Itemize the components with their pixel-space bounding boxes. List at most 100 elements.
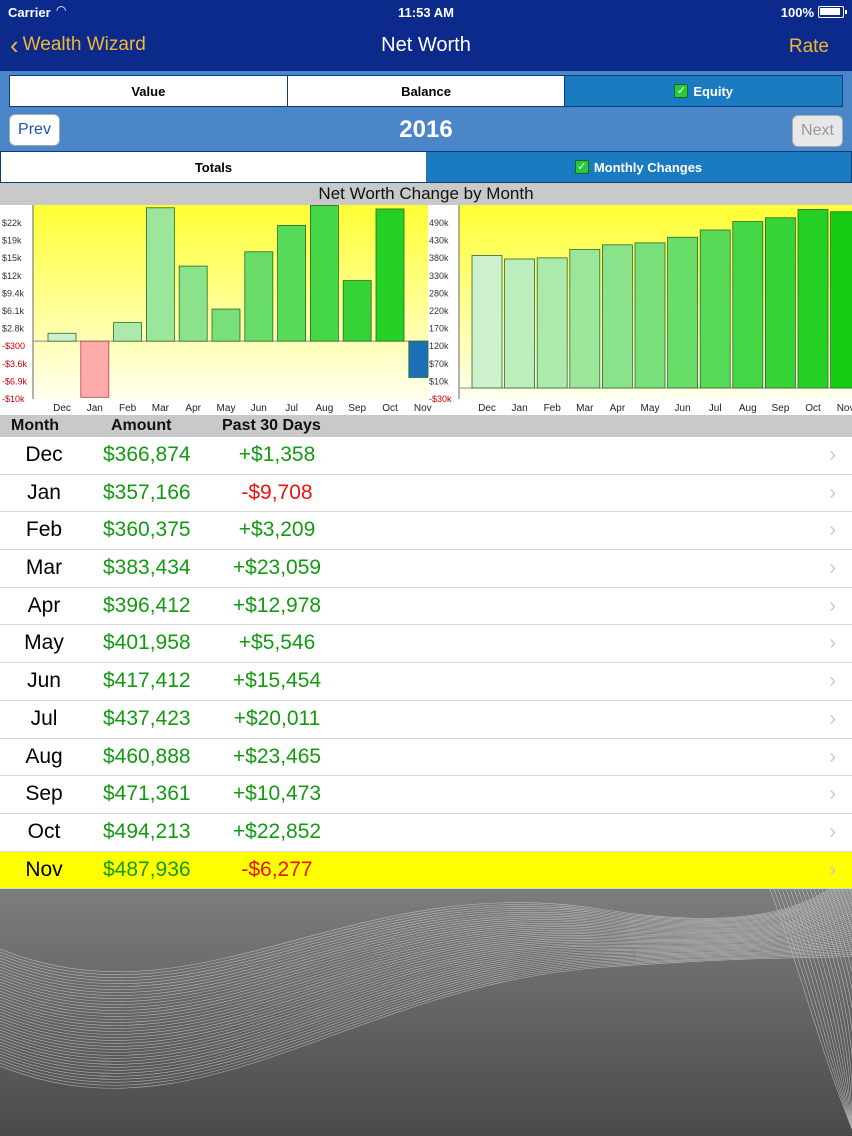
rate-button[interactable]: Rate: [789, 36, 829, 58]
row-month: Aug: [25, 744, 63, 768]
x-tick-label: Aug: [739, 403, 757, 414]
x-tick-label: Mar: [576, 403, 594, 414]
row-month: Jan: [27, 480, 61, 504]
bar: [113, 322, 142, 342]
table-row[interactable]: Jul $437,423 +$20,011 ›: [0, 700, 852, 739]
row-change: +$3,209: [238, 518, 316, 542]
chevron-right-icon: ›: [829, 707, 836, 730]
mode-segmented-control: Totals ✓ Monthly Changes: [0, 151, 852, 183]
bar: [277, 224, 307, 342]
row-month: Oct: [27, 819, 61, 843]
month-list: Dec $366,874 +$1,358 › Jan $357,166 -$9,708 › Fe…: [0, 437, 852, 890]
row-amount: $401,958: [103, 631, 191, 655]
x-tick-label: Oct: [382, 403, 398, 414]
table-row[interactable]: Apr $396,412 +$12,978 ›: [0, 587, 852, 626]
table-header: Month Amount Past 30 Days: [0, 415, 852, 437]
row-change: +$1,358: [238, 443, 316, 466]
bar: [732, 221, 764, 389]
chevron-right-icon: ›: [829, 670, 836, 693]
monthly-total-chart: Dec Jan Feb Mar Apr May Jun Jul Aug Sep Oct Nov: [458, 205, 852, 414]
x-tick-label: Dec: [478, 403, 496, 414]
x-tick-label: Jan: [87, 403, 103, 414]
y-tick-label: $12k: [2, 271, 22, 281]
tab-balance[interactable]: Balance: [288, 76, 566, 106]
y2-tick-label: 380k: [429, 253, 449, 263]
x-tick-label: Apr: [610, 403, 626, 414]
tab-value[interactable]: Value: [10, 76, 288, 106]
table-row[interactable]: Feb $360,375 +$3,209 ›: [0, 512, 852, 551]
bar: [342, 280, 372, 342]
row-change: +$20,011: [233, 706, 321, 730]
view-segmented-control: Value Balance ✓ Equity: [9, 75, 843, 107]
row-change: +$10,473: [232, 782, 322, 806]
y2-tick-label: 170k: [429, 324, 449, 334]
year-navigator: Prev 2016 Next: [0, 111, 852, 151]
view-selector-bar: Value Balance ✓ Equity: [0, 71, 852, 111]
x-tick-label: Apr: [185, 403, 201, 414]
row-amount: $460,888: [103, 744, 191, 768]
tab-equity[interactable]: ✓ Equity: [565, 76, 843, 106]
y-tick-label: $9.4k: [2, 288, 25, 298]
x-tick-label: Sep: [772, 403, 790, 414]
page-title: Net Worth: [381, 34, 471, 56]
bar: [634, 242, 666, 389]
tab-totals-label: Totals: [194, 159, 233, 175]
x-tick-label: Aug: [316, 403, 334, 414]
year-label: 2016: [399, 116, 453, 143]
y-tick-label: $15k: [2, 253, 22, 263]
bar: [211, 308, 241, 342]
swirl-decoration: [0, 889, 852, 1130]
tab-totals[interactable]: Totals: [1, 152, 426, 182]
bar: [797, 209, 829, 389]
y-tick-label: $22k: [2, 218, 22, 228]
row-month: Nov: [25, 857, 63, 881]
status-bar: Carrier ◠ 11:53 AM 100%: [0, 0, 852, 24]
row-month: Dec: [25, 443, 63, 466]
y2-tick-label: 490k: [429, 218, 449, 228]
x-tick-label: Nov: [837, 403, 852, 414]
tab-monthly-changes[interactable]: ✓ Monthly Changes: [426, 152, 851, 182]
battery-icon: [818, 6, 847, 18]
bar: [375, 208, 405, 342]
row-month: Jul: [30, 706, 58, 730]
table-row[interactable]: Mar $383,434 +$23,059 ›: [0, 550, 852, 588]
bar: [244, 251, 274, 342]
row-month: May: [24, 631, 64, 655]
table-row[interactable]: Nov $487,936 -$6,277 ›: [0, 851, 852, 890]
x-tick-label: Jun: [675, 403, 691, 414]
net-worth-charts: $22k $19k $15k $12k $9.4k $6.1k $2.8k -$300 -$3.…: [2, 205, 852, 414]
background-swirl: [0, 889, 852, 1136]
x-tick-label: Feb: [544, 403, 562, 414]
row-amount: $494,213: [103, 819, 191, 843]
row-change: +$22,852: [232, 819, 322, 843]
table-row[interactable]: Jan $357,166 -$9,708 ›: [0, 474, 852, 513]
chevron-right-icon: ›: [829, 444, 836, 466]
table-row[interactable]: Sep $471,361 +$10,473 ›: [0, 776, 852, 814]
x-tick-label: Jul: [285, 403, 298, 414]
x-tick-label: Jul: [709, 403, 722, 414]
x-tick-label: Dec: [53, 403, 71, 414]
bar: [408, 340, 429, 378]
x-tick-label: Jun: [251, 403, 267, 414]
table-row[interactable]: Jun $417,412 +$15,454 ›: [0, 663, 852, 701]
row-month: Sep: [25, 782, 63, 806]
table-row[interactable]: May $401,958 +$5,546 ›: [0, 625, 852, 664]
checkmark-icon: ✓: [674, 84, 689, 98]
table-row[interactable]: Aug $460,888 +$23,465 ›: [0, 738, 852, 777]
row-change: -$9,708: [241, 480, 313, 504]
x-tick-label: Oct: [805, 403, 821, 414]
table-row[interactable]: Dec $366,874 +$1,358 ›: [0, 437, 852, 475]
y-tick-label: $2.8k: [2, 324, 25, 334]
y2-tick-label: 220k: [429, 306, 449, 316]
bar: [145, 207, 175, 342]
y2-tick-label: 330k: [429, 271, 449, 281]
next-year-button[interactable]: Next: [792, 115, 843, 147]
bar: [178, 265, 208, 342]
table-row[interactable]: Oct $494,213 +$22,852 ›: [0, 813, 852, 852]
chevron-right-icon: ›: [829, 481, 836, 504]
y-tick-label: -$6.9k: [2, 376, 28, 386]
y-tick-label: -$300: [2, 341, 25, 351]
y2-tick-label: 430k: [429, 236, 449, 246]
y2-tick-label: $70k: [429, 359, 449, 369]
y2-tick-label: $10k: [429, 376, 449, 386]
